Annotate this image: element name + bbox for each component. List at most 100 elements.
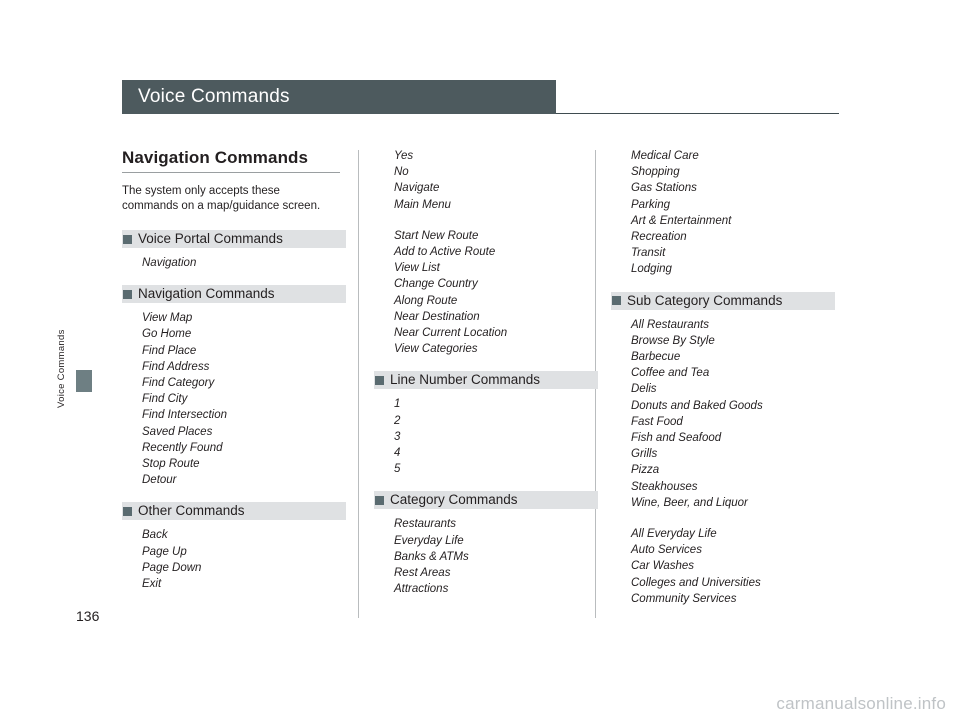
group-heading-sub-category-commands: Sub Category Commands xyxy=(611,291,835,310)
list-item: Saved Places xyxy=(142,425,213,438)
list-item: Medical Care xyxy=(631,150,699,162)
list-item: Pizza xyxy=(631,464,660,477)
column-2: Yes No Navigate Main Menu Start New Rout… xyxy=(374,148,598,611)
side-tab-marker xyxy=(76,370,92,392)
list-item: Parking xyxy=(631,198,670,211)
square-marker-icon xyxy=(123,506,132,516)
group-heading-label: Other Commands xyxy=(138,503,245,519)
list-item: Art & Entertainment xyxy=(631,214,732,227)
list-item: 5 xyxy=(394,463,401,476)
section-title-underline xyxy=(122,172,340,173)
column-1: Navigation Commands The system only acce… xyxy=(122,148,346,606)
list-item: Page Up xyxy=(142,545,187,558)
list-item: All Restaurants xyxy=(631,318,709,331)
list-item: Recently Found xyxy=(142,441,223,454)
square-marker-icon xyxy=(612,296,621,306)
list-item: Banks & ATMs xyxy=(394,550,469,563)
list-item: Navigate xyxy=(394,182,440,195)
list-item: Change Country xyxy=(394,278,478,291)
list-item: Lodging xyxy=(631,263,672,276)
list-item: Detour xyxy=(142,474,177,487)
list-item: Restaurants xyxy=(394,518,457,531)
command-list-voice-portal: Navigation xyxy=(122,255,346,271)
group-heading-line-number-commands: Line Number Commands xyxy=(374,371,598,390)
list-item: Page Down xyxy=(142,561,202,574)
list-item: Donuts and Baked Goods xyxy=(631,399,763,412)
group-heading-label: Category Commands xyxy=(390,492,518,508)
list-item: Car Washes xyxy=(631,560,695,573)
list-item-spacer xyxy=(611,511,835,526)
command-list-sub-categories: All Restaurants Browse By Style Barbecue… xyxy=(611,317,835,607)
list-item: Colleges and Universities xyxy=(631,576,761,589)
list-item: 2 xyxy=(394,414,401,427)
list-item: Near Current Location xyxy=(394,327,508,340)
list-item: View Map xyxy=(142,312,193,325)
group-heading-navigation-commands: Navigation Commands xyxy=(122,285,346,304)
list-item: Gas Stations xyxy=(631,182,697,195)
list-item: Go Home xyxy=(142,328,192,341)
group-heading-label: Voice Portal Commands xyxy=(138,231,283,246)
list-item: Exit xyxy=(142,578,162,591)
command-list-line-numbers: 1 2 3 4 5 xyxy=(374,396,598,477)
list-item: Auto Services xyxy=(631,544,702,557)
list-item: View Categories xyxy=(394,343,478,356)
list-item: Community Services xyxy=(631,592,737,605)
list-item: 4 xyxy=(394,447,401,460)
command-list-continued-top: Yes No Navigate Main Menu Start New Rout… xyxy=(374,148,598,357)
list-item: Stop Route xyxy=(142,458,200,471)
list-item: Find Address xyxy=(142,360,210,373)
list-item: Find Category xyxy=(142,377,215,390)
list-item: Find Place xyxy=(142,344,197,357)
group-heading-label: Sub Category Commands xyxy=(627,292,783,308)
list-item: View List xyxy=(394,262,440,275)
page-title-rule xyxy=(556,113,839,114)
list-item: 3 xyxy=(394,430,401,443)
group-heading-label: Navigation Commands xyxy=(138,286,275,302)
list-item: Find Intersection xyxy=(142,409,228,422)
column-3: Medical Care Shopping Gas Stations Parki… xyxy=(611,148,835,621)
list-item: 1 xyxy=(394,398,401,411)
list-item: Find City xyxy=(142,393,188,406)
command-list-categories-continued: Medical Care Shopping Gas Stations Parki… xyxy=(611,148,835,278)
square-marker-icon xyxy=(375,495,384,505)
list-item: Start New Route xyxy=(394,229,479,242)
square-marker-icon xyxy=(123,234,132,244)
section-intro-text: The system only accepts these commands o… xyxy=(122,185,321,212)
list-item: Shopping xyxy=(631,166,680,179)
list-item: Along Route xyxy=(394,294,458,307)
list-item-spacer xyxy=(374,213,598,228)
list-item: Fast Food xyxy=(631,415,683,428)
list-item: Browse By Style xyxy=(631,334,715,347)
list-item: Transit xyxy=(631,247,666,260)
group-heading-label: Line Number Commands xyxy=(390,372,541,388)
list-item: Fish and Seafood xyxy=(631,432,722,445)
command-list-categories: Restaurants Everyday Life Banks & ATMs R… xyxy=(374,516,598,597)
list-item: Back xyxy=(142,529,168,542)
list-item: Navigation xyxy=(142,257,197,269)
list-item: Rest Areas xyxy=(394,567,451,580)
column-divider-1 xyxy=(358,150,359,618)
page-title: Voice Commands xyxy=(138,86,290,107)
command-list-other: Back Page Up Page Down Exit xyxy=(122,527,346,592)
list-item: Barbecue xyxy=(631,351,681,364)
group-heading-other-commands: Other Commands xyxy=(122,502,346,521)
section-title: Navigation Commands xyxy=(122,148,309,167)
list-item: All Everyday Life xyxy=(631,528,717,541)
list-item: Coffee and Tea xyxy=(631,367,710,380)
square-marker-icon xyxy=(375,375,384,385)
command-list-navigation: View Map Go Home Find Place Find Address… xyxy=(122,310,346,488)
side-tab-label: Voice Commands xyxy=(56,329,67,408)
list-item: Recreation xyxy=(631,231,687,244)
list-item: No xyxy=(394,166,409,179)
list-item: Near Destination xyxy=(394,310,480,323)
square-marker-icon xyxy=(123,289,132,299)
list-item: Steakhouses xyxy=(631,480,698,493)
list-item: Grills xyxy=(631,448,658,461)
list-item: Delis xyxy=(631,383,657,396)
site-watermark: carmanualsonline.info xyxy=(776,694,946,713)
list-item: Add to Active Route xyxy=(394,246,496,259)
list-item: Wine, Beer, and Liquor xyxy=(631,496,748,509)
list-item: Main Menu xyxy=(394,198,451,211)
list-item: Everyday Life xyxy=(394,534,464,547)
page-number: 136 xyxy=(76,608,100,624)
